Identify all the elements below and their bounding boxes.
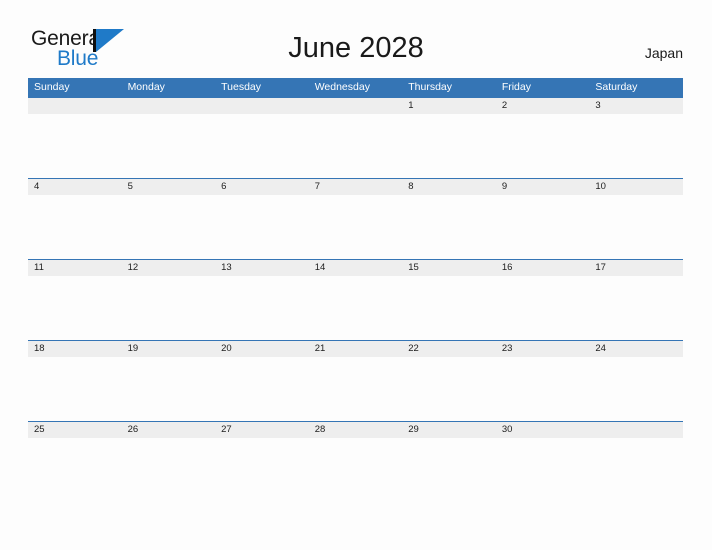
week-row: 11 12 13 14 15 16 17 [28,259,683,340]
day-cell[interactable] [122,98,216,114]
day-cell[interactable]: 12 [122,260,216,276]
day-cell[interactable]: 27 [215,422,309,438]
day-cell[interactable]: 2 [496,98,590,114]
day-cell[interactable]: 28 [309,422,403,438]
weekday-thursday: Thursday [408,81,453,93]
page-header: General Blue June 2028 Japan [0,0,712,76]
weekday-tuesday: Tuesday [221,81,262,93]
day-cell[interactable]: 21 [309,341,403,357]
week-note-area[interactable] [28,114,683,178]
week-note-area[interactable] [28,276,683,340]
week-note-area[interactable] [28,438,683,502]
day-cell[interactable] [28,98,122,114]
week-date-band: 4 5 6 7 8 9 10 [28,178,683,195]
page-title: June 2028 [288,32,424,64]
calendar-grid: Sunday Monday Tuesday Wednesday Thursday… [28,78,683,502]
week-row: 4 5 6 7 8 9 10 [28,178,683,259]
weekday-friday: Friday [501,81,531,93]
day-cell[interactable]: 19 [122,341,216,357]
day-cell[interactable] [309,98,403,114]
day-cell[interactable] [589,422,683,438]
weekday-wednesday: Wednesday [314,81,370,93]
day-cell[interactable]: 16 [496,260,590,276]
week-row: 25 26 27 28 29 30 [28,421,683,502]
day-cell[interactable]: 4 [28,179,122,195]
day-cell[interactable]: 6 [215,179,309,195]
day-cell[interactable]: 20 [215,341,309,357]
calendar-page: General Blue June 2028 Japan Sunday Mond… [0,0,712,550]
day-cell[interactable]: 25 [28,422,122,438]
day-cell[interactable]: 10 [589,179,683,195]
day-cell[interactable]: 1 [402,98,496,114]
week-note-area[interactable] [28,195,683,259]
day-cell[interactable]: 8 [402,179,496,195]
day-cell[interactable]: 14 [309,260,403,276]
weekday-sunday: Sunday [34,81,70,93]
country-label: Japan [644,45,683,61]
weekday-monday: Monday [127,81,165,93]
day-cell[interactable]: 22 [402,341,496,357]
day-cell[interactable]: 23 [496,341,590,357]
week-date-band: 18 19 20 21 22 23 24 [28,340,683,357]
day-cell[interactable]: 13 [215,260,309,276]
day-cell[interactable]: 11 [28,260,122,276]
week-row: 1 2 3 [28,97,683,178]
day-cell[interactable]: 3 [589,98,683,114]
week-date-band: 11 12 13 14 15 16 17 [28,259,683,276]
day-cell[interactable]: 5 [122,179,216,195]
day-cell[interactable]: 30 [496,422,590,438]
day-cell[interactable] [215,98,309,114]
day-cell[interactable]: 24 [589,341,683,357]
week-note-area[interactable] [28,357,683,421]
weekday-header-row: Sunday Monday Tuesday Wednesday Thursday… [28,78,683,97]
week-date-band: 1 2 3 [28,97,683,114]
day-cell[interactable]: 15 [402,260,496,276]
day-cell[interactable]: 26 [122,422,216,438]
day-cell[interactable]: 7 [309,179,403,195]
day-cell[interactable]: 29 [402,422,496,438]
weekday-saturday: Saturday [595,81,638,93]
day-cell[interactable]: 9 [496,179,590,195]
week-date-band: 25 26 27 28 29 30 [28,421,683,438]
week-row: 18 19 20 21 22 23 24 [28,340,683,421]
day-cell[interactable]: 18 [28,341,122,357]
day-cell[interactable]: 17 [589,260,683,276]
